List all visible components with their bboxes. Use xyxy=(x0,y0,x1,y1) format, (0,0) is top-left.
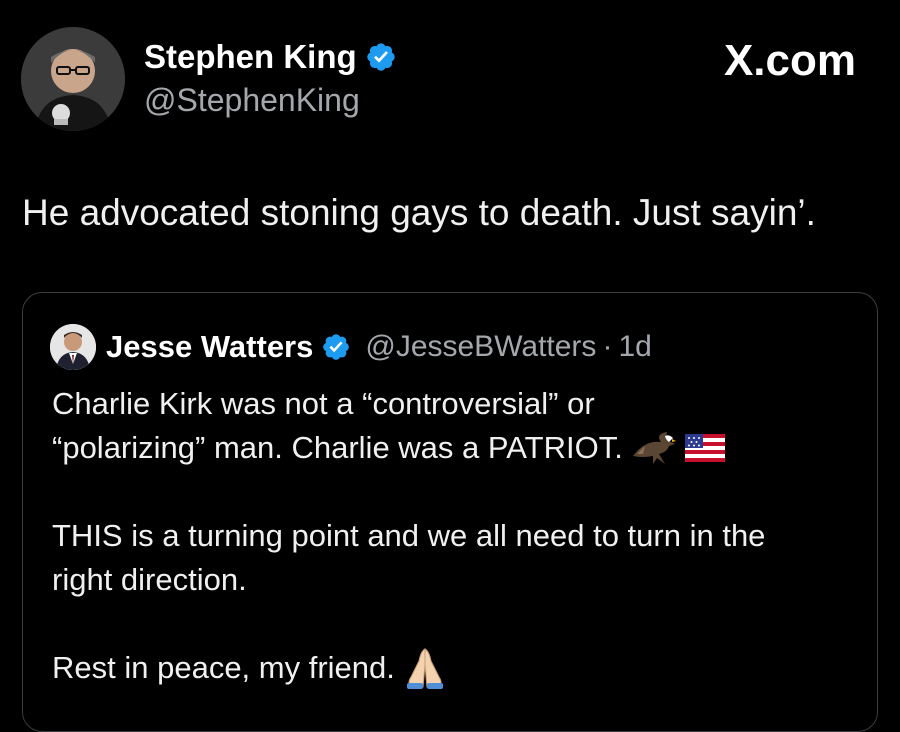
separator-dot: · xyxy=(602,330,613,363)
author-name[interactable]: Stephen King xyxy=(144,38,357,76)
quoted-tweet-line: THIS is a turning point and we all need … xyxy=(52,518,766,553)
folded-hands-emoji-icon xyxy=(406,648,443,689)
quoted-tweet-line-with-emoji: “polarizing” man. Charlie was a PATRIOT. xyxy=(52,426,765,470)
author-handle[interactable]: @StephenKing xyxy=(144,82,360,119)
site-logo: X.com xyxy=(723,36,856,85)
author-name-row[interactable]: Stephen King xyxy=(144,38,397,76)
us-flag-emoji-icon xyxy=(684,434,725,462)
author-avatar-image xyxy=(21,27,125,131)
quoted-tweet-line: Charlie Kirk was not a “controversial” o… xyxy=(52,386,595,421)
quoted-tweet-line: “polarizing” man. Charlie was a PATRIOT. xyxy=(52,430,623,465)
quoted-author-handle[interactable]: @JesseBWatters xyxy=(365,330,596,364)
verified-badge-icon xyxy=(323,334,350,360)
quoted-tweet-header: Jesse Watters @JesseBWatters · 1d xyxy=(50,323,652,371)
quoted-tweet-body: Charlie Kirk was not a “controversial” o… xyxy=(52,382,765,690)
quoted-author-name[interactable]: Jesse Watters xyxy=(106,329,313,365)
eagle-emoji-icon xyxy=(632,432,676,464)
quoted-author-avatar[interactable] xyxy=(50,324,96,370)
verified-badge-icon xyxy=(367,43,395,71)
quoted-tweet-line-with-emoji: Rest in peace, my friend. xyxy=(52,646,765,690)
author-avatar[interactable] xyxy=(21,27,125,131)
quoted-tweet-timestamp[interactable]: 1d xyxy=(618,330,651,364)
quoted-tweet-line: right direction. xyxy=(52,562,247,597)
tweet-text: He advocated stoning gays to death. Just… xyxy=(22,192,816,233)
quoted-author-avatar-image xyxy=(50,324,96,370)
quoted-tweet-line: Rest in peace, my friend. xyxy=(52,650,395,685)
